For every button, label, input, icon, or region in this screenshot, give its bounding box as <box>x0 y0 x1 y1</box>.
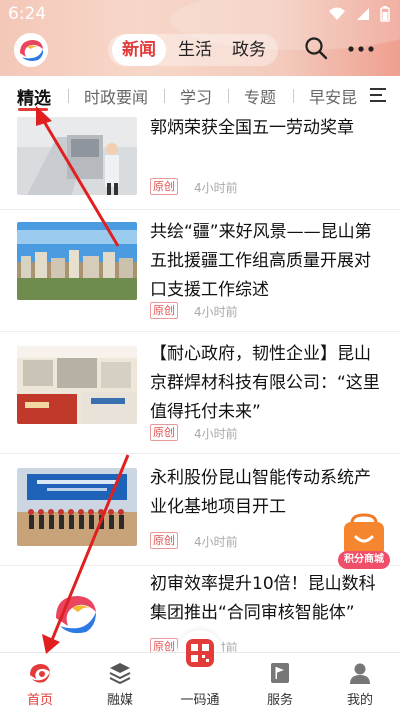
qr-code-icon <box>186 639 214 667</box>
header: 6:24 新闻 生活 政务 <box>0 0 400 76</box>
category-study[interactable]: 学习 <box>180 84 212 108</box>
news-item[interactable]: 郭炳荣获全国五一劳动奖章 原创 4小时前 <box>0 114 400 210</box>
wifi-icon <box>329 7 345 20</box>
original-badge: 原创 <box>150 424 178 441</box>
category-morning[interactable]: 早安昆 <box>309 84 357 108</box>
news-thumbnail <box>17 346 137 424</box>
app-screen: 6:24 新闻 生活 政务 精选 时政要闻 学习 专题 早安昆 郭炳荣获全国五一… <box>0 0 400 711</box>
battery-icon <box>380 6 390 22</box>
news-time: 4小时前 <box>194 305 238 319</box>
nav-label: 服务 <box>266 693 293 708</box>
nav-media[interactable]: 融媒 <box>80 653 160 711</box>
original-badge: 原创 <box>150 532 178 549</box>
original-badge: 原创 <box>150 178 178 195</box>
nav-home[interactable]: 首页 <box>0 653 80 711</box>
points-mall-label: 积分商城 <box>338 551 390 569</box>
status-time: 6:24 <box>8 4 47 24</box>
more-icon[interactable] <box>348 46 374 52</box>
category-menu-icon[interactable] <box>370 87 390 103</box>
news-time: 4小时前 <box>194 181 238 195</box>
user-icon <box>350 663 370 684</box>
news-thumbnail <box>17 117 137 195</box>
divider <box>68 89 69 103</box>
news-thumbnail <box>17 222 137 300</box>
home-icon <box>30 664 50 683</box>
points-mall-button[interactable]: 积分商城 <box>338 513 390 569</box>
nav-label: 融媒 <box>106 693 133 708</box>
divider <box>228 89 229 103</box>
active-category-indicator <box>18 108 48 111</box>
news-item[interactable]: 共绘“疆”来好风景——昆山第五批援疆工作组高质量开展对口支援工作综述 原创 4小… <box>0 210 400 332</box>
floating-logo-icon[interactable] <box>50 588 102 640</box>
divider <box>293 89 294 103</box>
divider <box>164 89 165 103</box>
nav-label: 首页 <box>26 693 53 708</box>
news-thumbnail <box>17 468 137 546</box>
nav-profile[interactable]: 我的 <box>320 653 400 711</box>
news-time: 4小时前 <box>194 427 238 441</box>
tab-life[interactable]: 生活 <box>170 34 220 66</box>
search-icon[interactable] <box>304 36 328 60</box>
nav-label: 我的 <box>346 693 373 708</box>
nav-label: 一码通 <box>180 693 220 708</box>
app-logo-icon[interactable] <box>14 33 48 67</box>
news-title[interactable]: 共绘“疆”来好风景——昆山第五批援疆工作组高质量开展对口支援工作综述 <box>150 218 382 305</box>
status-bar: 6:24 <box>0 0 400 28</box>
tab-government[interactable]: 政务 <box>224 34 274 66</box>
news-item[interactable]: 【耐心政府，韧性企业】昆山京群焊材科技有限公司：“这里值得托付未来” 原创 4小… <box>0 332 400 454</box>
layers-icon <box>109 663 131 685</box>
original-badge: 原创 <box>150 302 178 319</box>
news-title[interactable]: 【耐心政府，韧性企业】昆山京群焊材科技有限公司：“这里值得托付未来” <box>150 340 382 427</box>
news-title[interactable]: 初审效率提升10倍！昆山数科集团推出“合同审核智能体” <box>150 570 382 628</box>
header-tabs: 新闻 生活 政务 <box>108 34 278 66</box>
category-featured[interactable]: 精选 <box>17 84 51 109</box>
category-politics[interactable]: 时政要闻 <box>84 84 148 108</box>
news-time: 4小时前 <box>194 535 238 549</box>
system-icons <box>328 6 390 22</box>
bottom-nav: 首页 融媒 一码通 服务 我的 <box>0 639 400 711</box>
tab-news[interactable]: 新闻 <box>112 34 166 66</box>
category-bar: 精选 时政要闻 学习 专题 早安昆 <box>0 76 400 114</box>
category-topics[interactable]: 专题 <box>244 84 276 108</box>
news-title[interactable]: 郭炳荣获全国五一劳动奖章 <box>150 114 382 143</box>
nav-qrcode[interactable]: 一码通 <box>160 639 240 711</box>
flag-icon <box>271 663 289 683</box>
signal-icon <box>357 8 369 20</box>
nav-services[interactable]: 服务 <box>240 653 320 711</box>
